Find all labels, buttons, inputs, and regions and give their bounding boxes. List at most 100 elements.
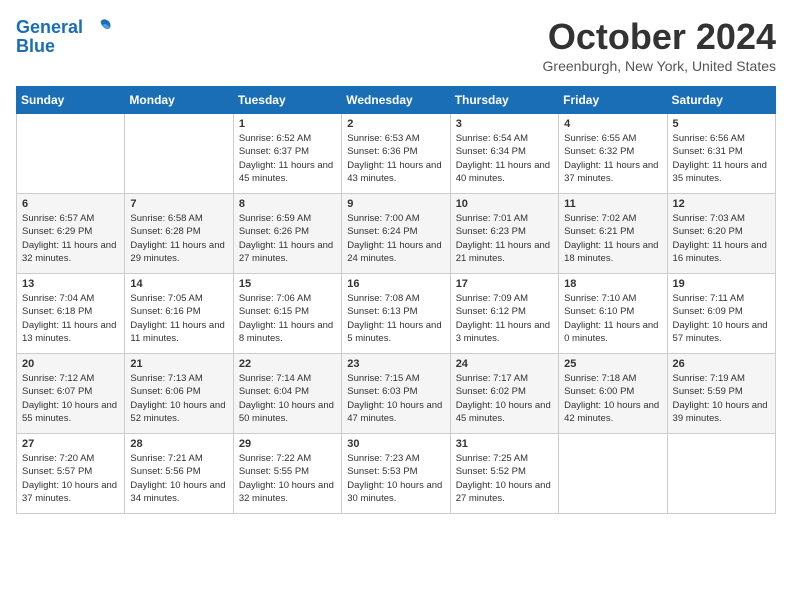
day-number: 31	[456, 438, 553, 450]
cell-content: Sunrise: 7:18 AM Sunset: 6:00 PM Dayligh…	[564, 372, 661, 425]
day-number: 13	[22, 278, 119, 290]
calendar-cell: 17 Sunrise: 7:09 AM Sunset: 6:12 PM Dayli…	[450, 274, 558, 354]
calendar-cell: 18 Sunrise: 7:10 AM Sunset: 6:10 PM Dayli…	[559, 274, 667, 354]
day-number: 3	[456, 118, 553, 130]
col-header-monday: Monday	[125, 87, 233, 114]
calendar-week-row: 20Sunrise: 7:12 AM Sunset: 6:07 PM Dayli…	[17, 354, 776, 434]
day-number: 7	[130, 198, 227, 210]
day-number: 12	[673, 198, 770, 210]
calendar-cell	[125, 114, 233, 194]
calendar-cell: 27 Sunrise: 7:20 AM Sunset: 5:57 PM Dayli…	[17, 434, 125, 514]
calendar-cell: 14 Sunrise: 7:05 AM Sunset: 6:16 PM Dayli…	[125, 274, 233, 354]
cell-content: Sunrise: 6:52 AM Sunset: 6:37 PM Dayligh…	[239, 132, 336, 185]
cell-content: Sunrise: 7:11 AM Sunset: 6:09 PM Dayligh…	[673, 292, 770, 345]
cell-content: Sunrise: 7:04 AM Sunset: 6:18 PM Dayligh…	[22, 292, 119, 345]
day-number: 14	[130, 278, 227, 290]
calendar-cell: 28Sunrise: 7:21 AM Sunset: 5:56 PM Dayli…	[125, 434, 233, 514]
day-number: 26	[673, 358, 770, 370]
calendar-cell: 25Sunrise: 7:18 AM Sunset: 6:00 PM Dayli…	[559, 354, 667, 434]
calendar-cell: 15 Sunrise: 7:06 AM Sunset: 6:15 PM Dayli…	[233, 274, 341, 354]
cell-content: Sunrise: 6:55 AM Sunset: 6:32 PM Dayligh…	[564, 132, 661, 185]
cell-content: Sunrise: 7:09 AM Sunset: 6:12 PM Dayligh…	[456, 292, 553, 345]
day-number: 1	[239, 118, 336, 130]
cell-content: Sunrise: 6:54 AM Sunset: 6:34 PM Dayligh…	[456, 132, 553, 185]
day-number: 15	[239, 278, 336, 290]
calendar-cell: 3 Sunrise: 6:54 AM Sunset: 6:34 PM Daylig…	[450, 114, 558, 194]
cell-content: Sunrise: 7:23 AM Sunset: 5:53 PM Dayligh…	[347, 452, 444, 505]
logo: General Blue	[16, 16, 114, 57]
calendar-cell: 8Sunrise: 6:59 AM Sunset: 6:26 PM Daylig…	[233, 194, 341, 274]
calendar-cell	[559, 434, 667, 514]
cell-content: Sunrise: 7:19 AM Sunset: 5:59 PM Dayligh…	[673, 372, 770, 425]
day-number: 11	[564, 198, 661, 210]
day-number: 27	[22, 438, 119, 450]
calendar-cell: 13 Sunrise: 7:04 AM Sunset: 6:18 PM Dayli…	[17, 274, 125, 354]
cell-content: Sunrise: 7:06 AM Sunset: 6:15 PM Dayligh…	[239, 292, 336, 345]
cell-content: Sunrise: 6:57 AM Sunset: 6:29 PM Dayligh…	[22, 212, 119, 265]
day-number: 9	[347, 198, 444, 210]
cell-content: Sunrise: 7:02 AM Sunset: 6:21 PM Dayligh…	[564, 212, 661, 265]
cell-content: Sunrise: 7:01 AM Sunset: 6:23 PM Dayligh…	[456, 212, 553, 265]
day-number: 4	[564, 118, 661, 130]
calendar-week-row: 1 Sunrise: 6:52 AM Sunset: 6:37 PM Daylig…	[17, 114, 776, 194]
cell-content: Sunrise: 7:22 AM Sunset: 5:55 PM Dayligh…	[239, 452, 336, 505]
calendar-cell: 7 Sunrise: 6:58 AM Sunset: 6:28 PM Daylig…	[125, 194, 233, 274]
cell-content: Sunrise: 7:20 AM Sunset: 5:57 PM Dayligh…	[22, 452, 119, 505]
day-number: 8	[239, 198, 336, 210]
col-header-thursday: Thursday	[450, 87, 558, 114]
day-number: 24	[456, 358, 553, 370]
day-number: 5	[673, 118, 770, 130]
calendar-week-row: 6Sunrise: 6:57 AM Sunset: 6:29 PM Daylig…	[17, 194, 776, 274]
calendar-cell: 22Sunrise: 7:14 AM Sunset: 6:04 PM Dayli…	[233, 354, 341, 434]
day-number: 17	[456, 278, 553, 290]
cell-content: Sunrise: 7:00 AM Sunset: 6:24 PM Dayligh…	[347, 212, 444, 265]
cell-content: Sunrise: 7:12 AM Sunset: 6:07 PM Dayligh…	[22, 372, 119, 425]
calendar-table: SundayMondayTuesdayWednesdayThursdayFrid…	[16, 86, 776, 514]
cell-content: Sunrise: 6:56 AM Sunset: 6:31 PM Dayligh…	[673, 132, 770, 185]
calendar-cell: 19Sunrise: 7:11 AM Sunset: 6:09 PM Dayli…	[667, 274, 775, 354]
calendar-cell: 21 Sunrise: 7:13 AM Sunset: 6:06 PM Dayli…	[125, 354, 233, 434]
col-header-tuesday: Tuesday	[233, 87, 341, 114]
calendar-cell: 5 Sunrise: 6:56 AM Sunset: 6:31 PM Daylig…	[667, 114, 775, 194]
cell-content: Sunrise: 7:03 AM Sunset: 6:20 PM Dayligh…	[673, 212, 770, 265]
calendar-body: 1 Sunrise: 6:52 AM Sunset: 6:37 PM Daylig…	[17, 114, 776, 514]
day-number: 23	[347, 358, 444, 370]
location: Greenburgh, New York, United States	[543, 58, 776, 74]
day-number: 22	[239, 358, 336, 370]
day-number: 29	[239, 438, 336, 450]
cell-content: Sunrise: 7:08 AM Sunset: 6:13 PM Dayligh…	[347, 292, 444, 345]
calendar-cell	[17, 114, 125, 194]
logo-bird-icon	[90, 16, 114, 40]
day-number: 21	[130, 358, 227, 370]
calendar-cell: 30 Sunrise: 7:23 AM Sunset: 5:53 PM Dayli…	[342, 434, 450, 514]
cell-content: Sunrise: 7:10 AM Sunset: 6:10 PM Dayligh…	[564, 292, 661, 345]
calendar-cell: 24 Sunrise: 7:17 AM Sunset: 6:02 PM Dayli…	[450, 354, 558, 434]
calendar-cell: 10 Sunrise: 7:01 AM Sunset: 6:23 PM Dayli…	[450, 194, 558, 274]
calendar-week-row: 13 Sunrise: 7:04 AM Sunset: 6:18 PM Dayli…	[17, 274, 776, 354]
col-header-wednesday: Wednesday	[342, 87, 450, 114]
day-number: 30	[347, 438, 444, 450]
calendar-cell	[667, 434, 775, 514]
col-header-saturday: Saturday	[667, 87, 775, 114]
cell-content: Sunrise: 7:05 AM Sunset: 6:16 PM Dayligh…	[130, 292, 227, 345]
month-title: October 2024	[543, 16, 776, 58]
title-block: October 2024 Greenburgh, New York, Unite…	[543, 16, 776, 74]
cell-content: Sunrise: 6:53 AM Sunset: 6:36 PM Dayligh…	[347, 132, 444, 185]
calendar-cell: 31 Sunrise: 7:25 AM Sunset: 5:52 PM Dayli…	[450, 434, 558, 514]
calendar-cell: 20Sunrise: 7:12 AM Sunset: 6:07 PM Dayli…	[17, 354, 125, 434]
cell-content: Sunrise: 7:17 AM Sunset: 6:02 PM Dayligh…	[456, 372, 553, 425]
cell-content: Sunrise: 7:25 AM Sunset: 5:52 PM Dayligh…	[456, 452, 553, 505]
calendar-cell: 4 Sunrise: 6:55 AM Sunset: 6:32 PM Daylig…	[559, 114, 667, 194]
day-number: 10	[456, 198, 553, 210]
calendar-cell: 26 Sunrise: 7:19 AM Sunset: 5:59 PM Dayli…	[667, 354, 775, 434]
logo-general: General	[16, 17, 83, 37]
col-header-friday: Friday	[559, 87, 667, 114]
calendar-cell: 2 Sunrise: 6:53 AM Sunset: 6:36 PM Daylig…	[342, 114, 450, 194]
calendar-cell: 11 Sunrise: 7:02 AM Sunset: 6:21 PM Dayli…	[559, 194, 667, 274]
cell-content: Sunrise: 6:58 AM Sunset: 6:28 PM Dayligh…	[130, 212, 227, 265]
day-number: 18	[564, 278, 661, 290]
cell-content: Sunrise: 7:13 AM Sunset: 6:06 PM Dayligh…	[130, 372, 227, 425]
col-header-sunday: Sunday	[17, 87, 125, 114]
day-number: 2	[347, 118, 444, 130]
calendar-cell: 29 Sunrise: 7:22 AM Sunset: 5:55 PM Dayli…	[233, 434, 341, 514]
